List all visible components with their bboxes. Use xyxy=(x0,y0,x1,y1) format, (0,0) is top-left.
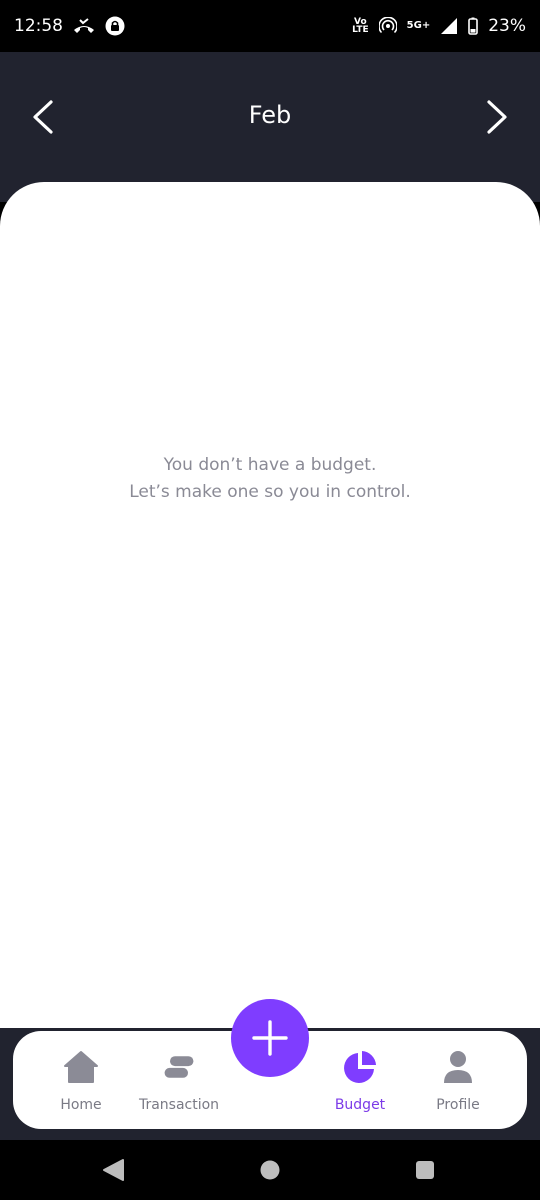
battery-percent: 23% xyxy=(488,16,526,36)
hotspot-icon xyxy=(378,17,397,35)
add-button[interactable] xyxy=(231,999,309,1077)
budget-content: You don’t have a budget. Let’s make one … xyxy=(0,182,540,1028)
transaction-icon xyxy=(161,1049,197,1085)
recents-button[interactable] xyxy=(414,1158,436,1186)
signal-icon xyxy=(440,17,458,35)
empty-state-line2: Let’s make one so you in control. xyxy=(129,482,411,502)
tab-profile-label: Profile xyxy=(436,1097,480,1113)
home-circle-icon xyxy=(260,1160,280,1180)
back-button[interactable] xyxy=(102,1158,124,1186)
home-system-button[interactable] xyxy=(259,1158,281,1186)
month-title: Feb xyxy=(248,101,292,129)
battery-icon xyxy=(468,17,479,35)
tab-budget[interactable]: Budget xyxy=(305,1049,415,1119)
user-icon xyxy=(440,1049,476,1085)
system-nav-bar xyxy=(0,1140,540,1200)
empty-state-line1: You don’t have a budget. xyxy=(163,455,377,475)
recents-square-icon xyxy=(416,1161,434,1179)
plus-icon xyxy=(252,1020,288,1056)
network-type: 5G+ xyxy=(406,20,431,31)
status-time: 12:58 xyxy=(14,16,63,36)
status-bar: 12:58 Vo LTE 5G+ 23% xyxy=(0,0,540,52)
tab-profile[interactable]: Profile xyxy=(403,1049,513,1119)
empty-state-message: You don’t have a budget. Let’s make one … xyxy=(0,452,540,506)
tab-home[interactable]: Home xyxy=(26,1049,136,1119)
back-triangle-icon xyxy=(103,1159,124,1181)
missed-call-icon xyxy=(73,18,95,34)
volte-icon: Vo LTE xyxy=(352,17,369,35)
month-header: Feb xyxy=(0,52,540,202)
next-month-button[interactable] xyxy=(480,100,514,134)
lock-app-icon xyxy=(105,16,125,36)
tab-transaction-label: Transaction xyxy=(138,1097,220,1113)
chevron-right-icon xyxy=(487,100,507,134)
tab-home-label: Home xyxy=(60,1097,102,1113)
tab-transaction[interactable]: Transaction xyxy=(124,1049,234,1119)
home-icon xyxy=(63,1049,99,1085)
pie-chart-icon xyxy=(342,1049,378,1085)
tab-budget-label: Budget xyxy=(334,1097,386,1113)
